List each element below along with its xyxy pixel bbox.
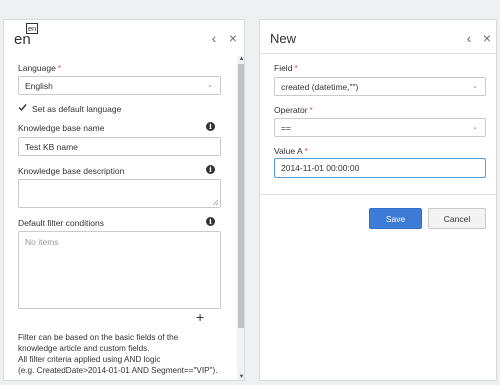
- kb-name-label: Knowledge base name: [18, 123, 105, 133]
- scrollbar[interactable]: ▲ ▼: [237, 56, 244, 380]
- info-icon[interactable]: i: [206, 165, 215, 174]
- checkmark-icon: [18, 104, 27, 112]
- chevron-down-icon: ⌄: [472, 124, 478, 131]
- scroll-up-icon[interactable]: ▲: [238, 56, 244, 63]
- close-icon[interactable]: ×: [227, 31, 239, 45]
- default-language-label: Set as default language: [32, 104, 122, 114]
- form-divider: [260, 194, 496, 195]
- scrollbar-thumb[interactable]: [238, 64, 244, 328]
- kb-name-value: Test KB name: [25, 142, 78, 152]
- chevron-down-icon: ⌄: [207, 82, 213, 89]
- header-divider: [260, 53, 496, 54]
- filter-label: Default filter conditions: [18, 218, 104, 228]
- help-line: knowledge article and custom fields.: [18, 344, 150, 353]
- back-icon[interactable]: ‹: [463, 31, 475, 45]
- operator-value: ==: [281, 123, 291, 133]
- panel-title: New: [270, 31, 297, 46]
- language-badge: en: [26, 23, 39, 34]
- cancel-button[interactable]: Cancel: [428, 208, 486, 229]
- scroll-down-icon[interactable]: ▼: [238, 374, 244, 380]
- add-filter-button[interactable]: +: [196, 310, 204, 324]
- help-line: (e.g. CreatedDate>2014-01-01 AND Segment…: [18, 366, 218, 375]
- default-language-checkbox[interactable]: [18, 103, 27, 112]
- help-line: Filter can be based on the basic fields …: [18, 333, 179, 342]
- value-a-input[interactable]: 2014-11-01 00:00:00: [274, 158, 486, 178]
- info-icon[interactable]: i: [206, 122, 215, 131]
- operator-select[interactable]: == ⌄: [274, 118, 486, 137]
- operator-label: Operator *: [274, 105, 313, 115]
- filter-help-text: Filter can be based on the basic fields …: [18, 332, 223, 376]
- save-button[interactable]: Save: [369, 208, 422, 229]
- field-select[interactable]: created (datetime,"") ⌄: [274, 77, 486, 96]
- chevron-down-icon: ⌄: [472, 83, 478, 90]
- value-a-value: 2014-11-01 00:00:00: [281, 163, 360, 173]
- back-icon[interactable]: ‹: [208, 31, 220, 45]
- language-panel: en en ‹ × Language * English ⌄ Set as def…: [3, 19, 245, 381]
- info-icon[interactable]: i: [206, 217, 215, 226]
- value-a-label: Value A *: [274, 146, 308, 156]
- language-value: English: [25, 81, 53, 91]
- empty-list-text: No items: [25, 237, 59, 247]
- close-icon[interactable]: ×: [481, 31, 493, 45]
- filter-list: No items: [18, 231, 221, 309]
- language-label: Language *: [18, 63, 62, 73]
- new-filter-panel: New ‹ × Field * created (datetime,"") ⌄ O…: [259, 19, 497, 381]
- field-label: Field *: [274, 63, 298, 73]
- kb-description-textarea[interactable]: [18, 179, 221, 208]
- field-value: created (datetime,""): [281, 82, 359, 92]
- help-line: All filter criteria applied using AND lo…: [18, 355, 161, 364]
- resize-grip-icon[interactable]: [212, 199, 218, 205]
- language-select[interactable]: English ⌄: [18, 76, 221, 95]
- kb-name-input[interactable]: Test KB name: [18, 137, 221, 156]
- kb-description-label: Knowledge base description: [18, 166, 125, 176]
